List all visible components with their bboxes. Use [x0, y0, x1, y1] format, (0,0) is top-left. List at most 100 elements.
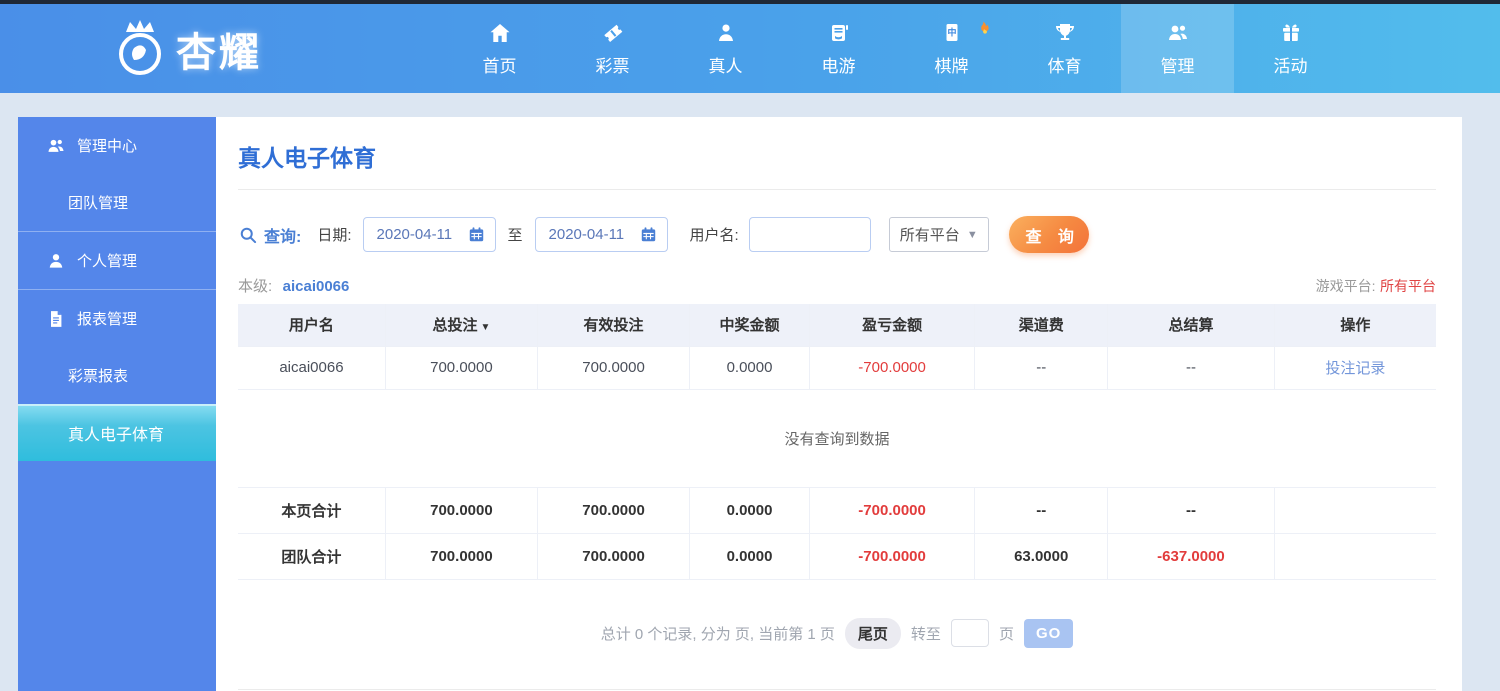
nav-item-label: 彩票 — [595, 56, 630, 76]
slot-machine-icon — [831, 24, 848, 41]
goto-label: 转至 — [910, 625, 941, 643]
query-button[interactable]: 查 询 — [1008, 216, 1089, 253]
flame-icon — [981, 21, 989, 34]
page-total-row: 本页合计 700.0000 700.0000 0.0000 -700.0000 … — [238, 487, 1436, 534]
total-bet: 700.0000 — [385, 487, 538, 534]
total-actions-empty — [1274, 487, 1436, 534]
col-header-channel-fee: 渠道费 — [974, 304, 1109, 347]
col-header-label: 总投注 — [432, 317, 478, 335]
total-label: 团队合计 — [238, 533, 386, 580]
col-header-valid-bet: 有效投注 — [537, 304, 691, 347]
brand-logo-text: 杏耀 — [176, 30, 262, 75]
sidebar: 管理中心 团队管理 个人管理 报表管理 彩票报表 真人电子体育 — [18, 117, 216, 691]
cell-win-amount: 0.0000 — [689, 346, 810, 390]
main-nav: 首页 彩票 真人 电游 中 棋牌 体育 管理 活动 — [443, 4, 1347, 93]
col-header-profit-loss: 盈亏金额 — [809, 304, 976, 347]
date-to-value: 2020-04-11 — [548, 226, 625, 243]
level-label: 本级: — [238, 278, 273, 295]
cell-total-bet: 700.0000 — [385, 346, 538, 390]
nav-item-label: 电游 — [821, 56, 856, 76]
total-valid-bet: 700.0000 — [537, 533, 691, 580]
top-navbar: 杏耀 首页 彩票 真人 电游 中 棋牌 体育 管理 活动 — [0, 4, 1500, 93]
page-unit-label: 页 — [998, 625, 1014, 643]
sidebar-item-label: 个人管理 — [77, 253, 138, 270]
brand-logo[interactable]: 杏耀 — [112, 4, 262, 93]
nav-item-label: 活动 — [1273, 56, 1308, 76]
nav-item-live[interactable]: 真人 — [669, 4, 782, 93]
pagination-summary: 总计 0 个记录, 分为 页, 当前第 1 页 — [600, 625, 835, 643]
total-channel-fee: 63.0000 — [974, 533, 1109, 580]
username-input[interactable] — [748, 217, 871, 252]
total-channel-fee: -- — [974, 487, 1109, 534]
game-platform-value: 所有平台 — [1380, 278, 1436, 294]
ticket-icon — [603, 24, 622, 42]
title-divider — [238, 189, 1436, 190]
col-header-total-settlement: 总结算 — [1107, 304, 1275, 347]
table-row: aicai0066 700.0000 700.0000 0.0000 -700.… — [238, 346, 1436, 390]
nav-item-label: 首页 — [482, 56, 517, 76]
total-win: 0.0000 — [689, 487, 810, 534]
nav-item-activities[interactable]: 活动 — [1234, 4, 1347, 93]
users-icon — [1168, 25, 1187, 40]
total-bet: 700.0000 — [385, 533, 538, 580]
last-page-button[interactable]: 尾页 — [844, 617, 901, 649]
date-to-label: 至 — [507, 227, 523, 244]
empty-row: 没有查询到数据 — [238, 389, 1436, 488]
nav-item-label: 真人 — [708, 56, 743, 76]
level-value: aicai0066 — [282, 278, 350, 295]
users-icon — [48, 139, 64, 152]
level-row: 本级: aicai0066 游戏平台: 所有平台 — [238, 275, 1436, 296]
content-area: 管理中心 团队管理 个人管理 报表管理 彩票报表 真人电子体育 真人电子体育 查… — [18, 117, 1462, 691]
col-header-total-bet[interactable]: 总投注 ▼ — [385, 304, 538, 347]
sidebar-item-label: 彩票报表 — [68, 368, 129, 385]
date-to-input[interactable]: 2020-04-11 — [534, 217, 668, 252]
calendar-icon — [469, 227, 483, 242]
search-icon — [240, 227, 257, 243]
cell-username: aicai0066 — [238, 346, 386, 390]
nav-item-manage[interactable]: 管理 — [1121, 4, 1234, 93]
page-title: 真人电子体育 — [238, 145, 376, 171]
nav-item-sports[interactable]: 体育 — [1008, 4, 1121, 93]
trophy-icon — [1055, 23, 1074, 40]
nav-item-lottery[interactable]: 彩票 — [556, 4, 669, 93]
team-total-row: 团队合计 700.0000 700.0000 0.0000 -700.0000 … — [238, 533, 1436, 580]
page-number-input[interactable] — [950, 619, 989, 647]
nav-item-egames[interactable]: 电游 — [782, 4, 895, 93]
sidebar-item-live-esports-report[interactable]: 真人电子体育 — [18, 404, 216, 461]
bottom-divider — [238, 688, 1436, 690]
date-from-input[interactable]: 2020-04-11 — [362, 217, 496, 252]
sidebar-item-team-manage[interactable]: 团队管理 — [18, 174, 216, 231]
bet-records-link[interactable]: 投注记录 — [1325, 360, 1385, 377]
sidebar-item-personal-manage[interactable]: 个人管理 — [18, 232, 216, 289]
sidebar-item-label: 管理中心 — [77, 138, 138, 155]
search-form: 查询: 日期: 2020-04-11 至 2020-04-11 用户名: 所有平… — [238, 216, 1436, 253]
no-data-message: 没有查询到数据 — [238, 389, 1436, 488]
platform-select[interactable]: 所有平台 ▼ — [888, 217, 989, 252]
calendar-icon — [641, 227, 655, 242]
col-header-win-amount: 中奖金额 — [689, 304, 810, 347]
main-panel: 真人电子体育 查询: 日期: 2020-04-11 至 2020-04-11 用… — [216, 117, 1462, 691]
cell-profit-loss: -700.0000 — [809, 346, 976, 390]
svg-text:中: 中 — [947, 26, 956, 37]
total-profit-loss: -700.0000 — [809, 487, 976, 534]
gift-icon — [1282, 23, 1299, 41]
cell-actions: 投注记录 — [1274, 346, 1436, 390]
cell-valid-bet: 700.0000 — [537, 346, 691, 390]
nav-item-label: 管理 — [1160, 56, 1195, 76]
sidebar-item-lottery-report[interactable]: 彩票报表 — [18, 347, 216, 404]
go-button[interactable]: GO — [1023, 618, 1074, 648]
sidebar-item-manage-center[interactable]: 管理中心 — [18, 117, 216, 174]
sidebar-item-report-manage[interactable]: 报表管理 — [18, 290, 216, 347]
report-table: 用户名 总投注 ▼ 有效投注 中奖金额 盈亏金额 渠道费 总结算 操作 aicai… — [238, 304, 1436, 580]
nav-item-home[interactable]: 首页 — [443, 4, 556, 93]
total-valid-bet: 700.0000 — [537, 487, 691, 534]
table-header-row: 用户名 总投注 ▼ 有效投注 中奖金额 盈亏金额 渠道费 总结算 操作 — [238, 304, 1436, 347]
document-icon — [51, 310, 62, 327]
date-label: 日期: — [317, 227, 352, 244]
sidebar-item-label: 真人电子体育 — [68, 426, 165, 444]
nav-item-boardgames[interactable]: 中 棋牌 — [895, 4, 1008, 93]
sort-desc-icon: ▼ — [480, 322, 491, 334]
date-from-value: 2020-04-11 — [376, 226, 453, 243]
sidebar-item-label: 报表管理 — [77, 311, 138, 328]
game-platform-label: 游戏平台: — [1315, 278, 1376, 294]
